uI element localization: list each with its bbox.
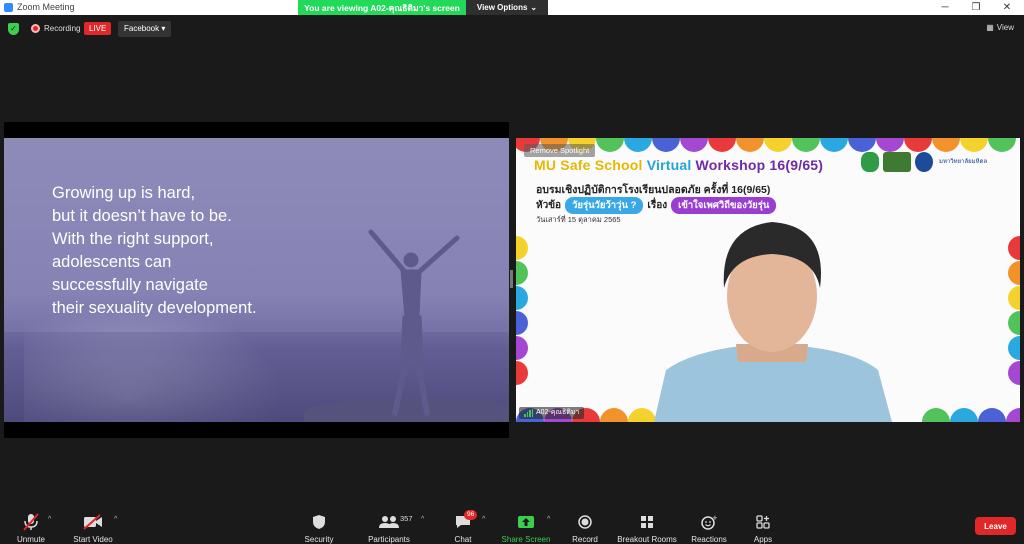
slide-line: their sexuality development. <box>52 299 257 317</box>
start-video-label: Start Video <box>73 535 113 544</box>
spotlight-video[interactable]: Remove Spotlight MU Safe School Virtual … <box>516 138 1020 422</box>
view-options-button[interactable]: View Options ⌄ <box>466 0 548 15</box>
mahidol-seal-icon <box>915 152 933 172</box>
zoom-logo-icon <box>4 2 13 12</box>
workshop-title: MU Safe School Virtual Workshop 16(9/65) <box>534 157 823 173</box>
view-layout-button[interactable]: ▦ View <box>986 23 1014 32</box>
remove-spotlight-button[interactable]: Remove Spotlight <box>524 144 596 157</box>
recording-label[interactable]: Recording <box>44 24 80 33</box>
workshop-title-virtual: Virtual <box>646 157 692 173</box>
stream-target-label: Facebook <box>124 24 160 33</box>
apps-button[interactable]: Apps <box>746 505 780 544</box>
meeting-toolbar: Unmute ^ Start Video ^ Security Particip… <box>0 505 1024 544</box>
start-video-button[interactable]: Start Video <box>70 505 116 544</box>
video-options-caret-icon[interactable]: ^ <box>114 516 117 523</box>
stream-target-dropdown[interactable]: Facebook ▾ <box>118 21 172 37</box>
audio-options-caret-icon[interactable]: ^ <box>48 516 51 523</box>
shared-screen: Growing up is hard, but it doesn’t have … <box>4 122 509 438</box>
viewing-banner: You are viewing A02-คุณธิติมา's screen <box>298 0 466 15</box>
participants-label: Participants <box>368 535 410 544</box>
record-icon <box>578 511 592 533</box>
breakout-rooms-icon <box>640 511 654 533</box>
workshop-subtitle: อบรมเชิงปฏิบัติการโรงเรียนปลอดภัย ครั้งท… <box>536 184 771 196</box>
reactions-button[interactable]: + Reactions <box>688 505 730 544</box>
share-options-caret-icon[interactable]: ^ <box>547 516 550 523</box>
reactions-label: Reactions <box>691 535 727 544</box>
slide-line: adolescents can <box>52 253 172 271</box>
caret-down-icon: ▾ <box>161 24 166 33</box>
logo-crest-icon <box>883 152 911 172</box>
share-screen-button[interactable]: Share Screen <box>500 505 552 544</box>
participants-caret-icon[interactable]: ^ <box>421 516 424 523</box>
minimize-button[interactable]: ─ <box>930 0 960 15</box>
subject-label: เรื่อง <box>647 200 668 211</box>
microphone-muted-icon <box>23 511 39 533</box>
video-off-icon <box>83 511 103 533</box>
workshop-title-rest: Workshop 16(9/65) <box>695 157 824 173</box>
share-screen-label: Share Screen <box>501 535 551 544</box>
breakout-rooms-label: Breakout Rooms <box>617 535 677 544</box>
apps-label: Apps <box>753 535 773 544</box>
chat-caret-icon[interactable]: ^ <box>482 516 485 523</box>
close-icon: ✕ <box>1002 2 1012 13</box>
slide-line: but it doesn’t have to be. <box>52 207 232 225</box>
slide-line: successfully navigate <box>52 276 208 294</box>
security-button[interactable]: Security <box>302 505 336 544</box>
participant-name: A02-คุณธิติมา <box>536 409 580 416</box>
participant-name-tag: A02-คุณธิติมา <box>519 407 585 419</box>
participants-count: 357 <box>400 514 413 523</box>
maximize-button[interactable]: ❐ <box>961 0 991 15</box>
view-options-label: View Options <box>476 3 528 12</box>
chat-unread-badge: 96 <box>464 510 478 520</box>
slide-line: With the right support, <box>52 230 214 248</box>
shield-icon <box>312 511 326 533</box>
app-title: Zoom Meeting <box>4 2 75 12</box>
close-window-button[interactable]: ✕ <box>992 0 1022 15</box>
workshop-title-mu: MU <box>534 157 557 173</box>
subject-pill: เข้าใจเพศวิถีของวัยรุ่น <box>671 197 777 214</box>
chevron-down-icon: ⌄ <box>530 3 538 12</box>
leave-meeting-button[interactable]: Leave <box>975 517 1016 535</box>
live-badge[interactable]: LIVE <box>84 22 112 35</box>
signal-strength-icon <box>524 409 533 417</box>
restore-icon: ❐ <box>971 2 981 13</box>
slide-line: Growing up is hard, <box>52 184 196 202</box>
split-resize-handle[interactable] <box>510 270 513 288</box>
window-titlebar: Zoom Meeting You are viewing A02-คุณธิติ… <box>0 0 1024 15</box>
encryption-shield-icon[interactable]: ✓ <box>8 23 19 35</box>
slide-text: Growing up is hard, but it doesn’t have … <box>52 182 257 320</box>
participants-button[interactable]: Participants <box>366 505 412 544</box>
security-label: Security <box>304 535 334 544</box>
presentation-slide: Growing up is hard, but it doesn’t have … <box>4 138 509 422</box>
minimize-icon: ─ <box>941 2 949 13</box>
topic-label: หัวข้อ <box>536 200 562 211</box>
workshop-title-safe: Safe School <box>560 157 643 173</box>
chat-button[interactable]: Chat 96 <box>446 505 480 544</box>
logo-green-icon <box>861 152 879 172</box>
sponsor-logos: มหาวิทยาลัยมหิดล <box>861 152 987 172</box>
svg-text:+: + <box>712 514 717 522</box>
unmute-label: Unmute <box>16 535 45 544</box>
apps-icon <box>756 511 770 533</box>
view-label: View <box>996 23 1014 32</box>
topic-pill: วัยรุ่นวัยว้าวุ่น ? <box>565 197 644 214</box>
breakout-rooms-button[interactable]: Breakout Rooms <box>614 505 680 544</box>
person-silhouette <box>368 229 460 416</box>
window-title: Zoom Meeting <box>17 2 75 12</box>
smiley-icon: + <box>701 511 717 533</box>
recording-icon <box>31 24 40 33</box>
workshop-date: วันเสาร์ที่ 15 ตุลาคม 2565 <box>536 215 621 224</box>
grid-view-icon: ▦ <box>986 23 994 32</box>
workshop-topic-row: หัวข้อ วัยรุ่นวัยว้าวุ่น ? เรื่อง เข้าใจ… <box>536 197 777 214</box>
unmute-button[interactable]: Unmute <box>12 505 50 544</box>
participants-icon <box>378 511 400 533</box>
chat-label: Chat <box>454 535 472 544</box>
meeting-status-bar: ✓ Recording LIVE Facebook ▾ ▦ View <box>0 15 1024 43</box>
university-name: มหาวิทยาลัยมหิดล <box>939 158 988 165</box>
share-screen-icon <box>517 511 535 533</box>
record-button[interactable]: Record <box>568 505 602 544</box>
record-label: Record <box>572 535 598 544</box>
